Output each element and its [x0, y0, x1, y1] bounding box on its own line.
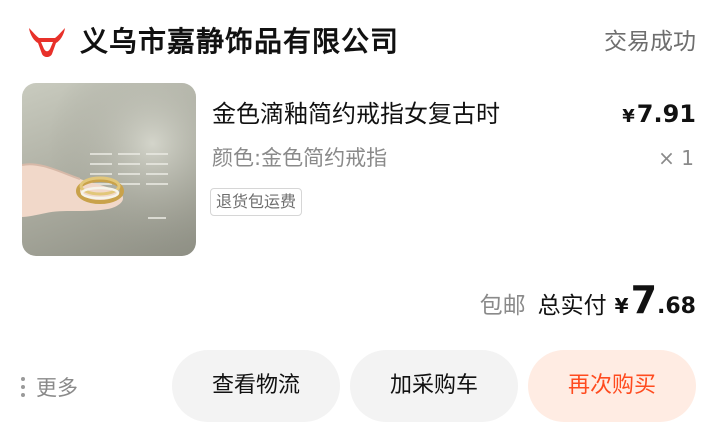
order-total: 包邮 总实付 ¥ 7 .68 — [480, 278, 696, 328]
order-status: 交易成功 — [604, 29, 696, 55]
more-dots-icon — [20, 377, 26, 397]
free-shipping-label: 包邮 — [479, 293, 526, 319]
ring-photo — [22, 83, 196, 256]
shop-header: 义乌市嘉静饰品有限公司 交易成功 — [0, 0, 720, 84]
product-image[interactable] — [22, 83, 196, 256]
buy-again-button[interactable]: 再次购买 — [528, 350, 696, 422]
total-label: 总实付 — [537, 293, 607, 319]
return-shipping-badge: 退货包运费 — [210, 188, 303, 216]
total-amount-decimal: .68 — [657, 294, 696, 319]
view-logistics-button[interactable]: 查看物流 — [172, 350, 340, 422]
price-value: 7.91 — [636, 100, 696, 128]
more-button[interactable]: 更多 — [20, 370, 78, 404]
total-amount-integer: 7 — [630, 278, 658, 322]
product-spec: 颜色:金色简约戒指 — [212, 146, 388, 170]
order-card[interactable]: 义乌市嘉静饰品有限公司 交易成功 金色滴釉简约戒指女复古时 颜色:金色简约戒指 … — [0, 0, 720, 447]
price-currency: ¥ — [622, 106, 635, 127]
more-label: 更多 — [36, 376, 78, 400]
total-currency: ¥ — [614, 294, 629, 318]
unit-price: ¥7.91 — [622, 96, 696, 135]
product-title[interactable]: 金色滴釉简约戒指女复古时 — [212, 94, 500, 134]
add-to-cart-button[interactable]: 加采购车 — [350, 350, 518, 422]
quantity: × 1 — [658, 146, 694, 170]
shop-name[interactable]: 义乌市嘉静饰品有限公司 — [80, 20, 399, 64]
bull-logo-icon[interactable] — [27, 22, 67, 62]
